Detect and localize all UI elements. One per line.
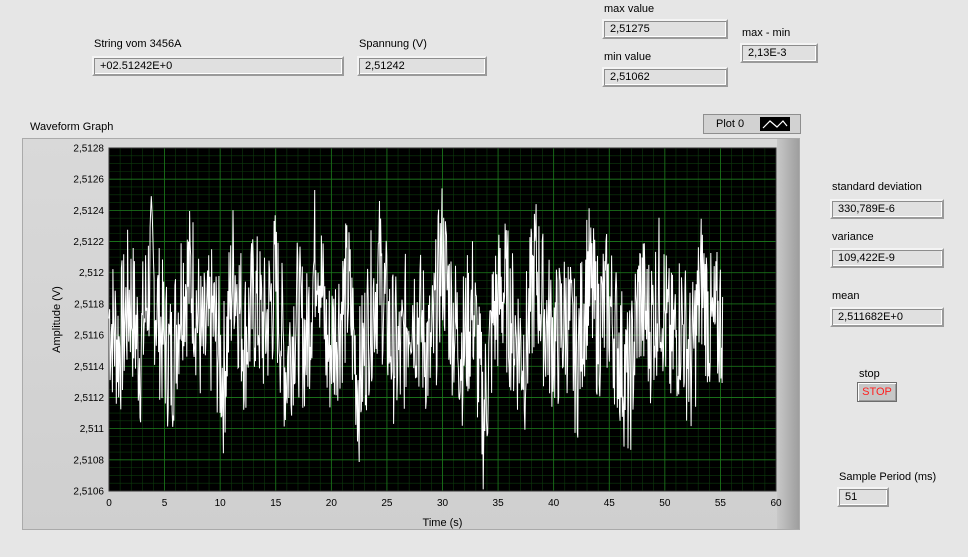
stddev-indicator: 330,789E-6 bbox=[830, 199, 944, 219]
plot-legend[interactable]: Plot 0 bbox=[703, 114, 801, 134]
sample-period-control[interactable]: 51 bbox=[837, 487, 889, 507]
stddev-label: standard deviation bbox=[832, 181, 922, 193]
variance-indicator: 109,422E-9 bbox=[830, 248, 944, 268]
graph-title: Waveform Graph bbox=[30, 121, 114, 133]
max-value-indicator: 2,51275 bbox=[602, 19, 728, 39]
mean-label: mean bbox=[832, 290, 860, 302]
line-style-icon bbox=[760, 117, 790, 131]
variance-label: variance bbox=[832, 231, 874, 243]
min-value-label: min value bbox=[604, 51, 652, 63]
voltage-indicator: 2,51242 bbox=[357, 56, 487, 76]
max-min-label: max - min bbox=[742, 27, 791, 39]
stop-label: stop bbox=[859, 368, 880, 380]
string-label: String vom 3456A bbox=[94, 38, 182, 50]
voltage-label: Spannung (V) bbox=[359, 38, 427, 50]
min-value-indicator: 2,51062 bbox=[602, 67, 728, 87]
sample-period-label: Sample Period (ms) bbox=[839, 471, 937, 483]
string-indicator: +02.51242E+0 bbox=[92, 56, 344, 76]
waveform-graph bbox=[22, 138, 800, 530]
max-value-label: max value bbox=[604, 3, 655, 15]
graph-side-rail bbox=[777, 139, 799, 529]
legend-label: Plot 0 bbox=[716, 118, 745, 130]
mean-indicator: 2,511682E+0 bbox=[830, 307, 944, 327]
max-min-indicator: 2,13E-3 bbox=[740, 43, 818, 63]
stop-button[interactable]: STOP bbox=[857, 382, 897, 402]
